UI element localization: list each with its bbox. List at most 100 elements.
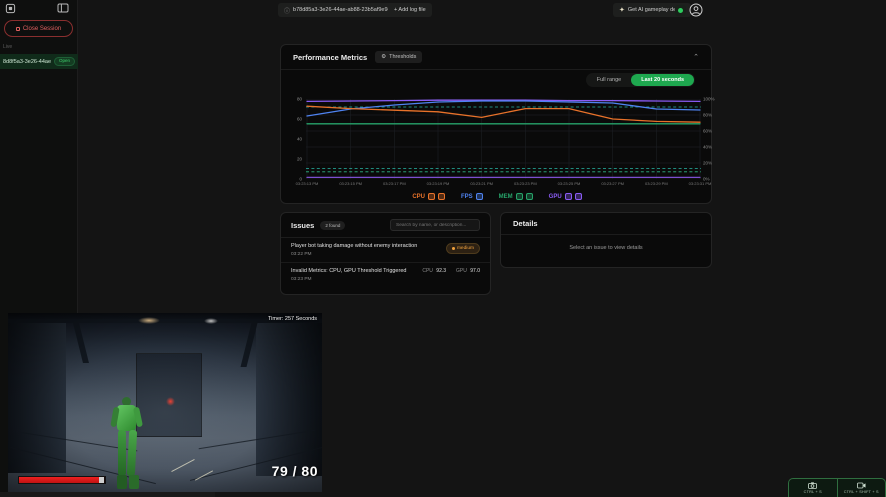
- legend-checkbox-mem[interactable]: [516, 193, 523, 200]
- issues-header: Issues 2 found: [281, 213, 490, 238]
- legend-item-cpu: CPU: [412, 193, 445, 200]
- x-axis-tick: 03:23:29 PM: [645, 181, 668, 186]
- legend-item-gpu: GPU: [549, 193, 582, 200]
- session-item-name: 8d8f5a3-3e26-44ae-...: [3, 59, 51, 65]
- x-axis-tick: 03:23:19 PM: [427, 181, 450, 186]
- metrics-panel-title: Performance Metrics: [293, 53, 367, 62]
- full-range-button[interactable]: Full range: [587, 74, 631, 86]
- legend-label: CPU: [412, 194, 425, 200]
- health-text: 79 / 80: [272, 463, 318, 479]
- legend-checkbox-cpu[interactable]: [428, 193, 435, 200]
- left-axis-tick: 20: [297, 157, 302, 162]
- issues-title: Issues: [291, 221, 314, 230]
- details-header: Details: [501, 213, 711, 235]
- issue-2-time: 03:23 PM: [291, 277, 406, 282]
- info-icon: ⓘ: [284, 6, 290, 15]
- right-axis-tick: 100%: [703, 97, 715, 102]
- chart-right-axis: 0%20%40%60%80%100%: [703, 99, 723, 179]
- legend-checkbox-gpu[interactable]: [565, 193, 572, 200]
- stop-icon: [16, 27, 20, 31]
- x-axis-tick: 03:23:15 PM: [339, 181, 362, 186]
- issue-1-time: 03:22 PM: [291, 252, 417, 257]
- sidebar-section-label: Live: [3, 44, 12, 50]
- details-panel: Details Select an issue to view details: [500, 212, 712, 268]
- legend-item-fps: FPS: [461, 193, 483, 200]
- gpu-metric-label: GPU: [456, 268, 467, 274]
- sidebar-session-item[interactable]: 8d8f5a3-3e26-44ae-... Open: [0, 54, 78, 69]
- sparkle-icon: ✦: [619, 6, 625, 14]
- camera-icon: [808, 482, 817, 489]
- legend-item-mem: MEM: [499, 193, 533, 200]
- profile-button[interactable]: [689, 3, 703, 17]
- collapse-chevron-icon[interactable]: ⌃: [693, 53, 699, 61]
- video-camera-icon: [857, 482, 866, 489]
- record-button[interactable]: CTRL + SHIFT + S: [837, 479, 886, 497]
- legend-label: GPU: [549, 194, 562, 200]
- issue-2-title: Invalid Metrics: CPU, GPU Threshold Trig…: [291, 268, 406, 274]
- legend-checkbox-fps[interactable]: [476, 193, 483, 200]
- chart-legend: CPU FPS MEM GPU: [281, 193, 713, 200]
- connection-status-button[interactable]: [675, 5, 686, 16]
- legend-checkbox-mem[interactable]: [526, 193, 533, 200]
- add-log-file-label: + Add log file: [394, 7, 426, 13]
- issues-panel: Issues 2 found Player bot taking damage …: [280, 212, 491, 295]
- screenshot-shortcut-label: CTRL + S: [804, 490, 822, 494]
- chart-x-axis: 03:23:13 PM03:23:15 PM03:23:17 PM03:23:1…: [306, 181, 701, 189]
- left-axis-tick: 80: [297, 97, 302, 102]
- game-player-character: [104, 397, 148, 492]
- performance-metrics-panel: Performance Metrics ⚙ Thresholds ⌃ Full …: [280, 44, 712, 204]
- x-axis-tick: 03:23:17 PM: [383, 181, 406, 186]
- x-axis-tick: 03:23:27 PM: [601, 181, 624, 186]
- x-axis-tick: 03:23:21 PM: [470, 181, 493, 186]
- session-id-pill[interactable]: ⓘ b78d85a3-3e26-44ae-ab88-23b5af9e9857: [278, 3, 403, 17]
- sidebar-toggle-icon[interactable]: [57, 2, 69, 14]
- thresholds-label: Thresholds: [389, 54, 416, 60]
- right-axis-tick: 40%: [703, 145, 712, 150]
- x-axis-tick: 03:23:13 PM: [296, 181, 319, 186]
- last-20-seconds-button[interactable]: Last 20 seconds: [631, 74, 694, 86]
- details-title: Details: [513, 219, 538, 228]
- details-empty-message: Select an issue to view details: [501, 245, 711, 251]
- game-viewport[interactable]: Timer: 257 Seconds 79 / 80: [8, 313, 322, 492]
- legend-checkbox-gpu[interactable]: [575, 193, 582, 200]
- cpu-metric-label: CPU: [422, 268, 433, 274]
- left-axis-tick: 40: [297, 137, 302, 142]
- close-session-button[interactable]: Close Session: [4, 20, 73, 37]
- game-bottom-strip: [0, 492, 215, 497]
- chart-left-axis: 020406080: [289, 99, 304, 179]
- issues-search-input[interactable]: [390, 219, 480, 231]
- issue-row-1[interactable]: Player bot taking damage without enemy i…: [281, 238, 490, 263]
- screenshot-button[interactable]: CTRL + S: [789, 479, 837, 497]
- issue-2-cpu-metric: CPU 92.3: [422, 268, 446, 274]
- legend-label: FPS: [461, 194, 473, 200]
- issue-1-severity-badge: medium: [446, 243, 480, 254]
- performance-chart[interactable]: [306, 99, 701, 179]
- health-bar-tip: [99, 477, 104, 483]
- left-axis-tick: 60: [297, 117, 302, 122]
- legend-checkbox-cpu[interactable]: [438, 193, 445, 200]
- right-axis-tick: 20%: [703, 161, 712, 166]
- gear-icon: ⚙: [381, 54, 386, 60]
- chart-plot-area: [306, 99, 701, 179]
- capture-bar: CTRL + S CTRL + SHIFT + S: [788, 478, 886, 497]
- cpu-metric-value: 92.3: [436, 268, 446, 274]
- app-logo-icon[interactable]: [5, 3, 16, 14]
- x-axis-tick: 03:23:31 PM: [689, 181, 712, 186]
- issue-row-2[interactable]: Invalid Metrics: CPU, GPU Threshold Trig…: [281, 263, 490, 287]
- status-dot-icon: [678, 8, 683, 13]
- issues-count-badge: 2 found: [320, 221, 345, 230]
- add-log-file-button[interactable]: + Add log file: [388, 3, 432, 17]
- issue-2-metrics: CPU 92.3 GPU 97.0: [422, 268, 480, 274]
- x-axis-tick: 03:23:25 PM: [558, 181, 581, 186]
- x-axis-tick: 03:23:23 PM: [514, 181, 537, 186]
- health-bar-fill: [19, 477, 99, 483]
- record-shortcut-label: CTRL + SHIFT + S: [844, 490, 879, 494]
- right-axis-tick: 80%: [703, 113, 712, 118]
- metrics-panel-header: Performance Metrics ⚙ Thresholds ⌃: [281, 45, 711, 70]
- close-session-label: Close Session: [23, 26, 61, 32]
- issue-2-gpu-metric: GPU 97.0: [456, 268, 480, 274]
- health-bar: [18, 476, 106, 484]
- range-toggle-group: Full range Last 20 seconds: [586, 73, 695, 87]
- session-id-text: b78d85a3-3e26-44ae-ab88-23b5af9e9857: [293, 7, 397, 13]
- thresholds-button[interactable]: ⚙ Thresholds: [375, 51, 422, 63]
